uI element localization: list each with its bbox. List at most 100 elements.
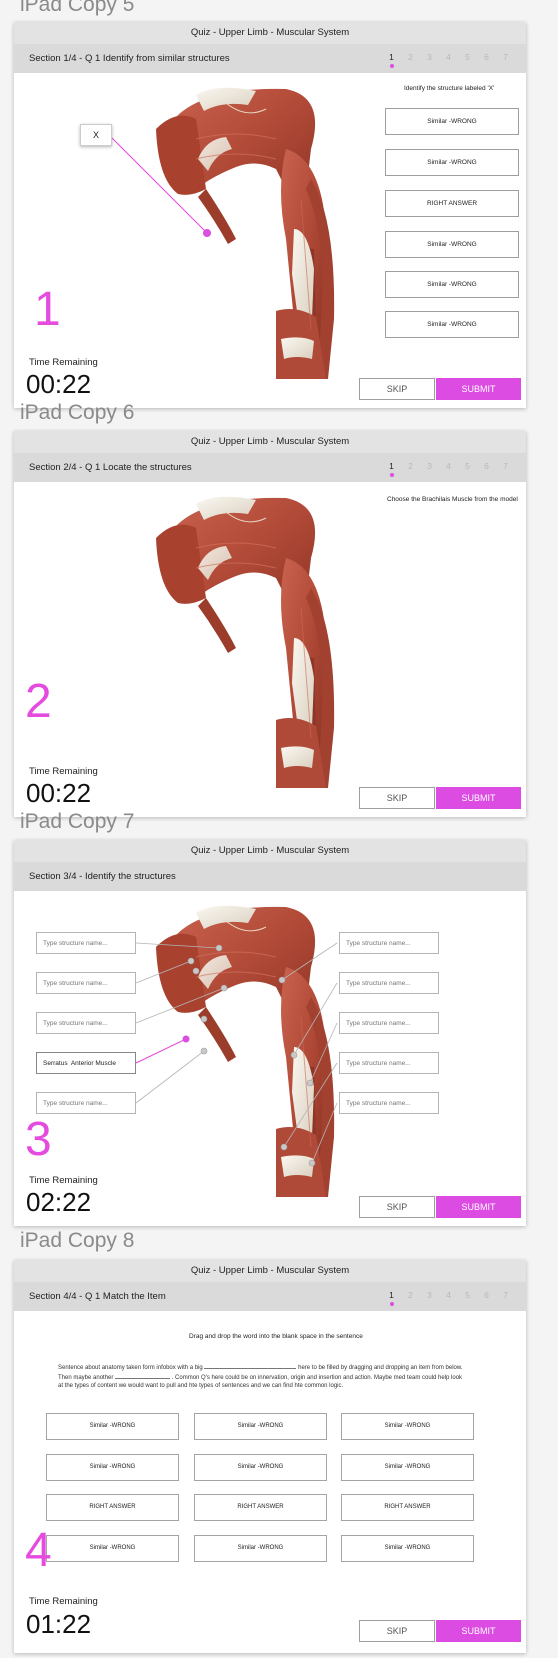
section-bar: Section 2/4 - Q 1 Locate the structures …: [14, 453, 526, 482]
structure-name-input[interactable]: [36, 932, 136, 954]
answer-option[interactable]: Similar -WRONG: [385, 231, 519, 258]
structure-name-input[interactable]: [339, 972, 439, 994]
submit-button[interactable]: SUBMIT: [436, 787, 521, 809]
section-bar: Section 4/4 - Q 1 Match the Item 1 2 3 4…: [14, 1282, 526, 1311]
structure-pin: [215, 944, 223, 952]
answer-option[interactable]: RIGHT ANSWER: [385, 190, 519, 217]
submit-button[interactable]: SUBMIT: [436, 1196, 521, 1218]
section-bar: Section 3/4 - Identify the structures: [14, 862, 526, 891]
skip-button[interactable]: SKIP: [359, 1196, 435, 1218]
skip-button[interactable]: SKIP: [359, 1620, 435, 1642]
time-remaining-label: Time Remaining: [29, 1596, 98, 1607]
pager-item[interactable]: 2: [401, 1290, 420, 1300]
pager-item[interactable]: 1: [382, 52, 401, 68]
label-marker-dot: [182, 1035, 190, 1043]
timer: 00:22: [26, 778, 92, 808]
answer-option[interactable]: Similar -WRONG: [385, 311, 519, 338]
section-title: Section 1/4 - Q 1 Identify from similar …: [29, 53, 230, 64]
question-instruction: Choose the Brachilais Muscle from the mo…: [387, 496, 518, 503]
pager-item[interactable]: 3: [420, 461, 439, 471]
arm-muscle-model[interactable]: [136, 488, 346, 798]
app-title: Quiz - Upper Limb - Muscular System: [14, 431, 526, 453]
structure-pin: [306, 1079, 314, 1087]
draggable-item[interactable]: Similar -WRONG: [194, 1454, 327, 1481]
draggable-item[interactable]: Similar -WRONG: [46, 1413, 179, 1440]
draggable-item[interactable]: RIGHT ANSWER: [46, 1494, 179, 1521]
pager-item[interactable]: 2: [401, 52, 420, 62]
time-remaining-label: Time Remaining: [29, 357, 98, 368]
question-pager: 1 2 3 4 5 6 7: [382, 461, 515, 477]
answer-option[interactable]: Similar -WRONG: [385, 149, 519, 176]
structure-pin: [200, 1015, 208, 1023]
pager-item[interactable]: 4: [439, 1290, 458, 1300]
screen-number: 1: [34, 283, 61, 336]
skip-button[interactable]: SKIP: [359, 787, 435, 809]
submit-button[interactable]: SUBMIT: [436, 378, 521, 400]
structure-name-input[interactable]: [36, 1092, 136, 1114]
draggable-item[interactable]: Similar -WRONG: [194, 1535, 327, 1562]
label-marker-dot: [203, 229, 211, 237]
section-title: Section 3/4 - Identify the structures: [29, 871, 176, 882]
pager-item[interactable]: 3: [420, 1290, 439, 1300]
submit-button[interactable]: SUBMIT: [436, 1620, 521, 1642]
pager-item[interactable]: 7: [496, 1290, 515, 1300]
time-remaining-label: Time Remaining: [29, 766, 98, 777]
timer: 01:22: [26, 1609, 92, 1639]
structure-name-input[interactable]: [339, 1092, 439, 1114]
quiz-screen-3: Quiz - Upper Limb - Muscular System Sect…: [14, 840, 526, 1226]
section-bar: Section 1/4 - Q 1 Identify from similar …: [14, 44, 526, 73]
pager-item[interactable]: 5: [458, 461, 477, 471]
structure-name-input[interactable]: [36, 972, 136, 994]
sentence-text: Sentence about anatomy taken form infobo…: [58, 1365, 203, 1371]
section-title: Section 4/4 - Q 1 Match the Item: [29, 1291, 166, 1302]
pager-item[interactable]: 5: [458, 52, 477, 62]
pager-item[interactable]: 1: [382, 461, 401, 477]
pager-item[interactable]: 4: [439, 52, 458, 62]
answer-option[interactable]: Similar -WRONG: [385, 271, 519, 298]
structure-pin: [192, 967, 200, 975]
screen-number: 3: [25, 1113, 52, 1166]
frame-label: iPad Copy 8: [20, 1229, 135, 1252]
section-title: Section 2/4 - Q 1 Locate the structures: [29, 462, 192, 473]
drop-blank[interactable]: [204, 1363, 297, 1369]
structure-pin: [187, 957, 195, 965]
pager-item[interactable]: 6: [477, 1290, 496, 1300]
question-instruction: Identify the structure labeled 'X': [404, 85, 495, 92]
structure-name-input[interactable]: [36, 1012, 136, 1034]
marker-x-label: X: [80, 124, 112, 146]
pager-item[interactable]: 6: [477, 52, 496, 62]
structure-name-input[interactable]: [339, 932, 439, 954]
pager-item[interactable]: 7: [496, 461, 515, 471]
draggable-item[interactable]: RIGHT ANSWER: [194, 1494, 327, 1521]
fill-in-sentence: Sentence about anatomy taken form infobo…: [58, 1363, 468, 1391]
pager-item[interactable]: 4: [439, 461, 458, 471]
draggable-item[interactable]: Similar -WRONG: [194, 1413, 327, 1440]
draggable-item[interactable]: Similar -WRONG: [341, 1535, 474, 1562]
draggable-item[interactable]: RIGHT ANSWER: [341, 1494, 474, 1521]
draggable-item[interactable]: Similar -WRONG: [46, 1454, 179, 1481]
pager-item[interactable]: 6: [477, 461, 496, 471]
question-pager: 1 2 3 4 5 6 7: [382, 52, 515, 68]
quiz-screen-4: Quiz - Upper Limb - Muscular System Sect…: [14, 1260, 526, 1653]
structure-pin: [280, 1143, 288, 1151]
draggable-item[interactable]: Similar -WRONG: [46, 1535, 179, 1562]
pager-item[interactable]: 1: [382, 1290, 401, 1306]
question-instruction: Drag and drop the word into the blank sp…: [189, 1333, 363, 1340]
screen-number: 2: [25, 675, 52, 728]
answer-option[interactable]: Similar -WRONG: [385, 108, 519, 135]
structure-name-input[interactable]: [36, 1052, 136, 1074]
structure-name-input[interactable]: [339, 1052, 439, 1074]
pager-item[interactable]: 7: [496, 52, 515, 62]
pager-item[interactable]: 2: [401, 461, 420, 471]
draggable-item[interactable]: Similar -WRONG: [341, 1454, 474, 1481]
structure-name-input[interactable]: [339, 1012, 439, 1034]
structure-pin: [278, 976, 286, 984]
pager-item[interactable]: 3: [420, 52, 439, 62]
drop-blank[interactable]: [115, 1373, 171, 1379]
app-title: Quiz - Upper Limb - Muscular System: [14, 22, 526, 44]
draggable-item[interactable]: Similar -WRONG: [341, 1413, 474, 1440]
quiz-screen-2: Quiz - Upper Limb - Muscular System Sect…: [14, 431, 526, 817]
pager-item[interactable]: 5: [458, 1290, 477, 1300]
time-remaining-label: Time Remaining: [29, 1175, 98, 1186]
skip-button[interactable]: SKIP: [359, 378, 435, 400]
